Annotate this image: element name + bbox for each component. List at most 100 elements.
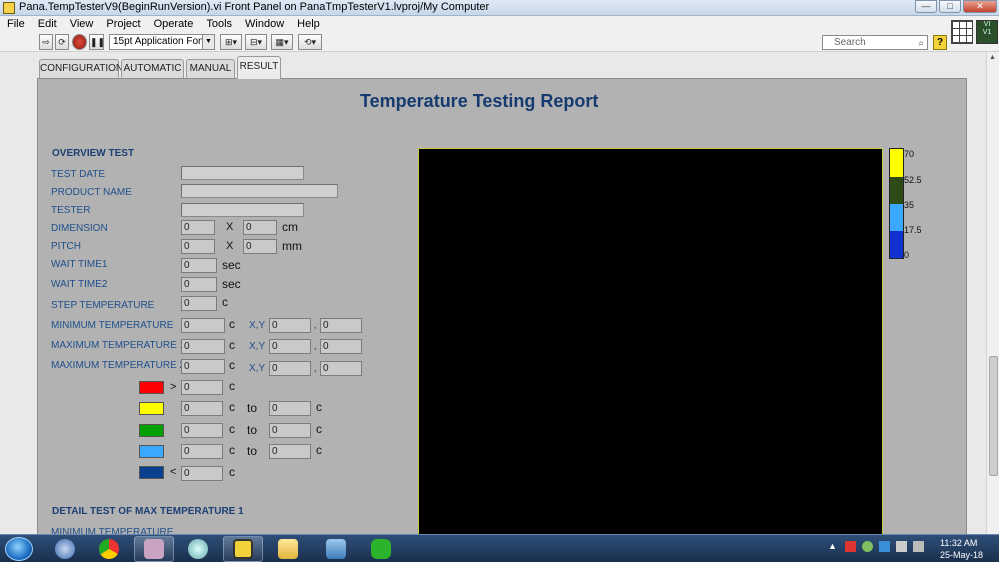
tester-field[interactable] xyxy=(181,203,304,217)
flag-icon[interactable] xyxy=(845,541,856,552)
menu-file[interactable]: File xyxy=(0,16,31,32)
tab-result[interactable]: RESULT xyxy=(237,56,281,79)
min-xy-comma: , xyxy=(314,320,317,330)
wait-time1-field[interactable]: 0 xyxy=(181,258,217,273)
close-button[interactable]: ✕ xyxy=(963,0,997,13)
vi-icon[interactable]: VI V1 xyxy=(976,20,998,44)
vertical-scrollbar[interactable]: ▲ xyxy=(986,52,999,534)
taskbar-tools-icon[interactable] xyxy=(134,536,174,562)
legend-yellow-low[interactable]: 0 xyxy=(181,401,223,416)
menu-help[interactable]: Help xyxy=(290,16,326,32)
security-icon[interactable] xyxy=(862,541,873,552)
product-name-field[interactable] xyxy=(181,184,338,198)
pitch-y-field[interactable]: 0 xyxy=(243,239,277,254)
min-x-field[interactable]: 0 xyxy=(269,318,311,333)
step-temperature-label: STEP TEMPERATURE xyxy=(51,300,155,311)
dimension-y-field[interactable]: 0 xyxy=(243,220,277,235)
legend-swatch-light-blue xyxy=(139,445,164,458)
color-scale-tick-35: 35 xyxy=(904,200,915,210)
title-bar: Pana.TempTesterV9(BeginRunVersion).vi Fr… xyxy=(0,0,999,16)
run-continuously-icon[interactable]: ⟳ xyxy=(55,34,69,50)
abort-icon[interactable] xyxy=(72,34,87,50)
show-hidden-icons-icon[interactable]: ▲ xyxy=(828,541,839,552)
taskbar-line-icon[interactable] xyxy=(361,536,401,562)
help-button[interactable]: ? xyxy=(933,35,947,50)
align-objects-icon[interactable]: ⊞▾ xyxy=(220,34,242,50)
resize-objects-icon[interactable]: ▦▾ xyxy=(271,34,293,50)
minimize-button[interactable]: — xyxy=(915,0,937,13)
test-date-field[interactable] xyxy=(181,166,304,180)
taskbar-labview-icon[interactable] xyxy=(223,536,263,562)
max2-y-field[interactable]: 0 xyxy=(320,361,362,376)
max-temperature2-field[interactable]: 0 xyxy=(181,359,225,374)
wait-time1-label: WAIT TIME1 xyxy=(51,259,108,270)
taskbar-outlook-icon[interactable] xyxy=(45,536,85,562)
max1-x-field[interactable]: 0 xyxy=(269,339,311,354)
legend-red-unit: c xyxy=(229,379,235,393)
pitch-unit: mm xyxy=(282,239,302,253)
taskbar-photo-viewer-icon[interactable] xyxy=(316,536,356,562)
min-y-field[interactable]: 0 xyxy=(320,318,362,333)
legend-red-low[interactable]: 0 xyxy=(181,380,223,395)
legend-darkblue-low[interactable]: 0 xyxy=(181,466,223,481)
pause-icon[interactable]: ❚❚ xyxy=(89,34,105,50)
dimension-x-field[interactable]: 0 xyxy=(181,220,215,235)
menu-tools[interactable]: Tools xyxy=(199,16,238,32)
max-temperature1-field[interactable]: 0 xyxy=(181,339,225,354)
legend-swatch-green xyxy=(139,424,164,437)
scroll-up-icon[interactable]: ▲ xyxy=(989,54,996,61)
color-scale-segment-dark-green xyxy=(890,177,903,204)
menu-project[interactable]: Project xyxy=(99,16,146,32)
menu-window[interactable]: Window xyxy=(238,16,290,32)
maximize-button[interactable]: □ xyxy=(939,0,961,13)
taskbar-chrome-icon[interactable] xyxy=(89,536,129,562)
scrollbar-thumb[interactable] xyxy=(989,356,998,476)
taskbar-explorer-icon[interactable] xyxy=(268,536,308,562)
max2-x-field[interactable]: 0 xyxy=(269,361,311,376)
min-temperature-unit: c xyxy=(229,317,235,331)
app-tray-icon[interactable] xyxy=(879,541,890,552)
legend-lightblue-to: to xyxy=(247,444,258,458)
legend-green-low[interactable]: 0 xyxy=(181,423,223,438)
tab-automatic[interactable]: AUTOMATIC xyxy=(121,59,184,78)
legend-lightblue-unit-high: c xyxy=(316,443,322,457)
legend-lightblue-low[interactable]: 0 xyxy=(181,444,223,459)
clock-time[interactable]: 11:32 AM xyxy=(940,538,977,548)
volume-icon[interactable] xyxy=(913,541,924,552)
tester-label: TESTER xyxy=(51,205,91,216)
max-temperature1-unit: c xyxy=(229,338,235,352)
legend-green-unit-high: c xyxy=(316,422,322,436)
chevron-down-icon: ▼ xyxy=(202,35,214,49)
menu-view[interactable]: View xyxy=(63,16,100,32)
color-scale-segment-yellow xyxy=(890,149,903,177)
legend-green-to: to xyxy=(247,423,258,437)
taskbar-magnifier-icon[interactable] xyxy=(178,536,218,562)
tab-configuration[interactable]: CONFIGURATION xyxy=(39,59,123,78)
legend-swatch-red xyxy=(139,381,164,394)
max1-xy-label: X,Y xyxy=(249,341,266,352)
temperature-intensity-graph[interactable] xyxy=(418,148,883,538)
min-temperature-field[interactable]: 0 xyxy=(181,318,225,333)
search-input[interactable]: Search ⌕ xyxy=(822,35,928,50)
clock-date[interactable]: 25-May-18 xyxy=(940,550,983,560)
font-select[interactable]: 15pt Application Font ▼ xyxy=(109,34,215,50)
run-arrow-icon[interactable]: ⇨ xyxy=(39,34,53,50)
start-button[interactable] xyxy=(5,537,33,561)
menu-operate[interactable]: Operate xyxy=(147,16,200,32)
color-scale-tick-70: 70 xyxy=(904,149,915,159)
reorder-icon[interactable]: ⟲▾ xyxy=(298,34,322,50)
legend-yellow-high[interactable]: 0 xyxy=(269,401,311,416)
step-temperature-field[interactable]: 0 xyxy=(181,296,217,311)
connector-pane-icon[interactable] xyxy=(951,20,973,44)
legend-darkblue-unit: c xyxy=(229,465,235,479)
tab-manual[interactable]: MANUAL xyxy=(186,59,235,78)
pitch-label: PITCH xyxy=(51,241,81,252)
wait-time2-field[interactable]: 0 xyxy=(181,277,217,292)
legend-green-high[interactable]: 0 xyxy=(269,423,311,438)
network-icon[interactable] xyxy=(896,541,907,552)
menu-edit[interactable]: Edit xyxy=(31,16,63,32)
pitch-x-field[interactable]: 0 xyxy=(181,239,215,254)
distribute-objects-icon[interactable]: ⊟▾ xyxy=(245,34,267,50)
legend-lightblue-high[interactable]: 0 xyxy=(269,444,311,459)
max1-y-field[interactable]: 0 xyxy=(320,339,362,354)
